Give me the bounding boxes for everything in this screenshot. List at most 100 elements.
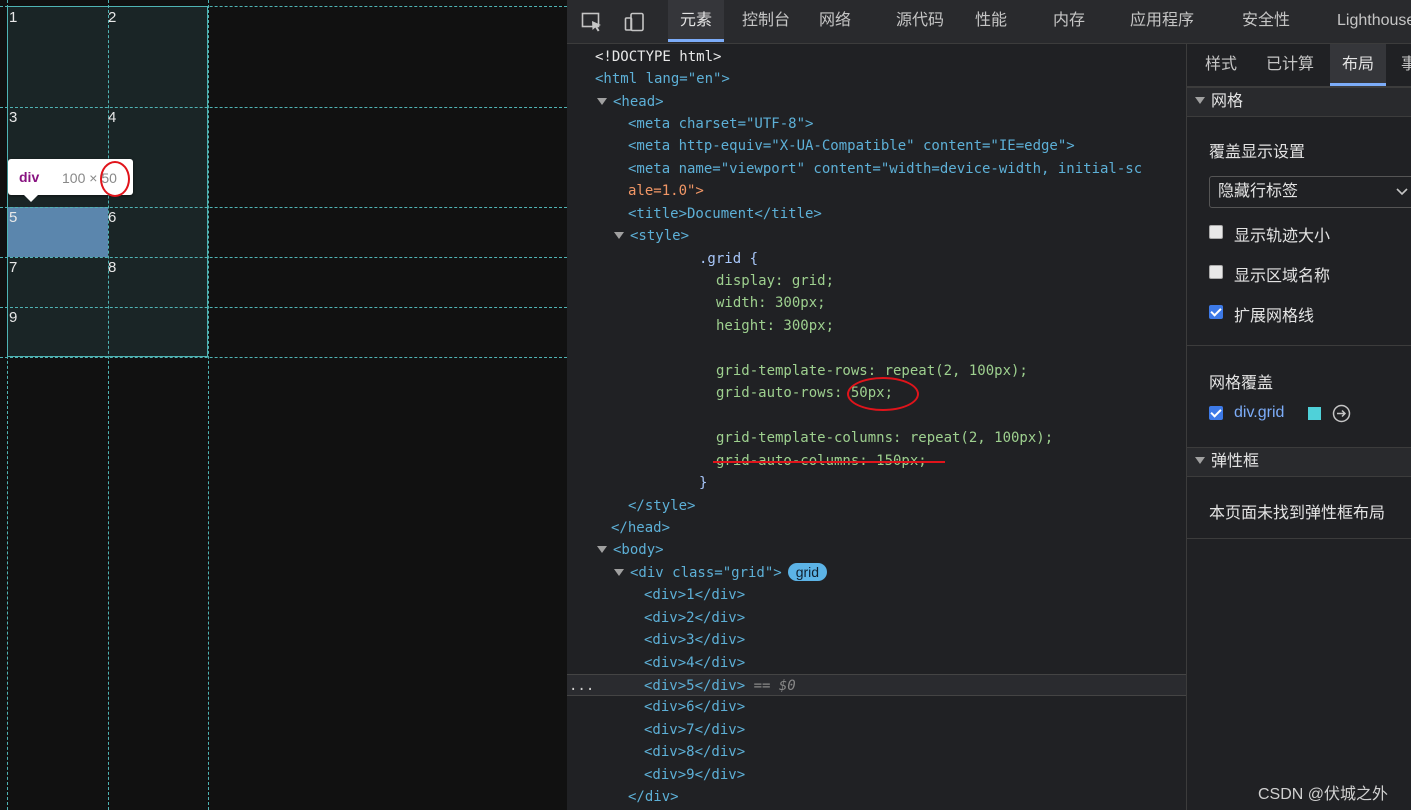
- layout-sidepanel: 样式 已计算 布局 事 网格 覆盖显示设置 隐藏行标签 显示轨迹大小 显示区域名…: [1186, 44, 1411, 810]
- grid-cell-3: 3: [9, 109, 18, 126]
- grid-section-header[interactable]: 网格: [1187, 87, 1411, 117]
- grid-cell-7: 7: [9, 259, 18, 276]
- grid-line-horizontal: [0, 257, 567, 258]
- chevron-down-icon: [1396, 188, 1408, 196]
- tab-network[interactable]: 网络: [817, 0, 853, 42]
- show-area-names-checkbox[interactable]: [1209, 265, 1223, 279]
- row-labels-select[interactable]: 隐藏行标签: [1209, 176, 1411, 208]
- grid-line-horizontal: [0, 6, 567, 7]
- tab-performance[interactable]: 性能: [973, 0, 1009, 42]
- page-viewport: 1 2 3 4 5 6 7 8 9 div 100 × 50: [0, 0, 567, 810]
- sidepanel-tabs: 样式 已计算 布局 事: [1187, 44, 1411, 87]
- dom-node-div-close: </div>: [628, 789, 679, 805]
- tab-memory[interactable]: 内存: [1051, 0, 1087, 42]
- overlay-settings-label: 覆盖显示设置: [1209, 144, 1306, 161]
- css-decl-width: width: 300px;: [716, 295, 826, 311]
- show-track-sizes-label: 显示轨迹大小: [1234, 228, 1331, 245]
- dom-node-child-4[interactable]: <div>4</div>: [567, 652, 1186, 674]
- grid-cell-5: 5: [9, 209, 18, 226]
- extend-grid-lines-label: 扩展网格线: [1234, 308, 1315, 325]
- dom-node-head-close: </head>: [611, 520, 671, 536]
- grid-overlay-label: 网格覆盖: [1209, 375, 1274, 392]
- devtools-panel: 元素 控制台 网络 源代码 性能 内存 应用程序 安全性 Lighthouse …: [567, 0, 1411, 810]
- flexbox-section-header[interactable]: 弹性框: [1187, 447, 1411, 477]
- expand-triangle-icon[interactable]: [614, 232, 624, 239]
- css-decl-template-columns: grid-template-columns: repeat(2, 100px);: [716, 430, 1054, 446]
- grid-overlay-checkbox[interactable]: [1209, 406, 1223, 420]
- css-rule-close: }: [699, 475, 708, 491]
- inspect-element-icon[interactable]: [581, 12, 603, 32]
- reveal-arrow-icon[interactable]: [1332, 404, 1351, 423]
- no-flexbox-message: 本页面未找到弹性框布局: [1209, 505, 1386, 522]
- grid-cell-8: 8: [108, 259, 117, 276]
- watermark: CSDN @伏城之外: [1258, 786, 1389, 803]
- dom-node-child-2[interactable]: <div>2</div>: [567, 607, 1186, 629]
- grid-cell-4: 4: [108, 109, 117, 126]
- grid-line-vertical: [208, 0, 209, 810]
- tab-application[interactable]: 应用程序: [1128, 0, 1196, 42]
- grid-cell-6: 6: [108, 209, 117, 226]
- tooltip-tag: div: [19, 169, 40, 185]
- grid-line-vertical: [7, 0, 8, 810]
- dom-node-title[interactable]: <title>Document</title>: [567, 203, 1186, 225]
- divider: [1187, 538, 1411, 539]
- dom-node-meta-charset[interactable]: <meta charset="UTF-8">: [567, 113, 1186, 135]
- overlay-color-swatch[interactable]: [1308, 407, 1321, 420]
- dom-node-child-3[interactable]: <div>3</div>: [567, 629, 1186, 651]
- divider: [1187, 345, 1411, 346]
- dom-node-child-1[interactable]: <div>1</div>: [567, 584, 1186, 606]
- subtab-computed[interactable]: 已计算: [1266, 44, 1314, 86]
- expand-triangle-icon[interactable]: [597, 546, 607, 553]
- expand-triangle-icon[interactable]: [597, 98, 607, 105]
- tab-elements[interactable]: 元素: [668, 0, 725, 42]
- grid-badge[interactable]: grid: [787, 563, 828, 581]
- css-decl-display: display: grid;: [716, 273, 835, 289]
- css-decl-auto-rows: grid-auto-rows: 50px;: [716, 385, 894, 401]
- dom-node-doctype[interactable]: <!DOCTYPE html>: [567, 46, 1186, 68]
- dom-node-child-9[interactable]: <div>9</div>: [567, 764, 1186, 786]
- dom-node-child-6[interactable]: <div>6</div>: [567, 696, 1186, 718]
- collapse-triangle-icon: [1195, 457, 1205, 464]
- device-toolbar-icon[interactable]: [624, 12, 646, 32]
- tooltip-dimensions: 100 × 50: [62, 170, 117, 186]
- dom-node-style[interactable]: <style>: [567, 225, 1186, 247]
- dom-node-meta-viewport[interactable]: <meta name="viewport" content="width=dev…: [567, 158, 1186, 180]
- dom-node-head[interactable]: <head>: [567, 91, 1186, 113]
- strikethrough-annotation: [713, 461, 945, 463]
- grid-cell-1: 1: [9, 9, 18, 26]
- element-tooltip: div 100 × 50: [8, 159, 133, 202]
- show-track-sizes-checkbox[interactable]: [1209, 225, 1223, 239]
- subtab-styles[interactable]: 样式: [1205, 44, 1237, 86]
- css-decl-template-rows: grid-template-rows: repeat(2, 100px);: [716, 363, 1028, 379]
- grid-cell-9: 9: [9, 309, 18, 326]
- dom-node-body[interactable]: <body>: [567, 539, 1186, 561]
- subtab-event-listeners[interactable]: 事: [1401, 44, 1411, 86]
- dom-node-div-grid[interactable]: <div class="grid"> grid: [567, 562, 1186, 584]
- grid-line-horizontal: [0, 307, 567, 308]
- grid-line-horizontal: [0, 107, 567, 108]
- extend-grid-lines-checkbox[interactable]: [1209, 305, 1223, 319]
- dom-node-style-close: </style>: [628, 498, 696, 514]
- highlighted-grid-cell: [8, 207, 108, 257]
- tab-sources[interactable]: 源代码: [894, 0, 946, 42]
- css-rule-selector: .grid {: [699, 251, 759, 267]
- devtools-tabbar: 元素 控制台 网络 源代码 性能 内存 应用程序 安全性 Lighthouse: [567, 0, 1411, 44]
- dom-node-child-5-selected[interactable]: ... <div>5</div> == $0: [567, 674, 1186, 696]
- dom-node-html[interactable]: <html lang="en">: [567, 68, 1186, 90]
- show-area-names-label: 显示区域名称: [1234, 268, 1331, 285]
- grid-cell-2: 2: [108, 9, 117, 26]
- dom-node-child-8[interactable]: <div>8</div>: [567, 741, 1186, 763]
- dom-node-child-7[interactable]: <div>7</div>: [567, 719, 1186, 741]
- grid-line-horizontal: [0, 357, 567, 358]
- tab-security[interactable]: 安全性: [1240, 0, 1292, 42]
- collapse-triangle-icon: [1195, 97, 1205, 104]
- subtab-layout[interactable]: 布局: [1330, 44, 1387, 86]
- grid-overlay-item[interactable]: div.grid: [1234, 404, 1284, 422]
- expand-triangle-icon[interactable]: [614, 569, 624, 576]
- tab-lighthouse[interactable]: Lighthouse: [1335, 0, 1411, 42]
- dom-node-meta-viewport-wrap: ale=1.0">: [628, 183, 704, 199]
- more-actions-ellipsis[interactable]: ...: [569, 675, 594, 697]
- dom-node-meta-compat[interactable]: <meta http-equiv="X-UA-Compatible" conte…: [567, 135, 1186, 157]
- elements-tree: <!DOCTYPE html> <html lang="en"> <head> …: [567, 44, 1186, 810]
- tab-console[interactable]: 控制台: [740, 0, 792, 42]
